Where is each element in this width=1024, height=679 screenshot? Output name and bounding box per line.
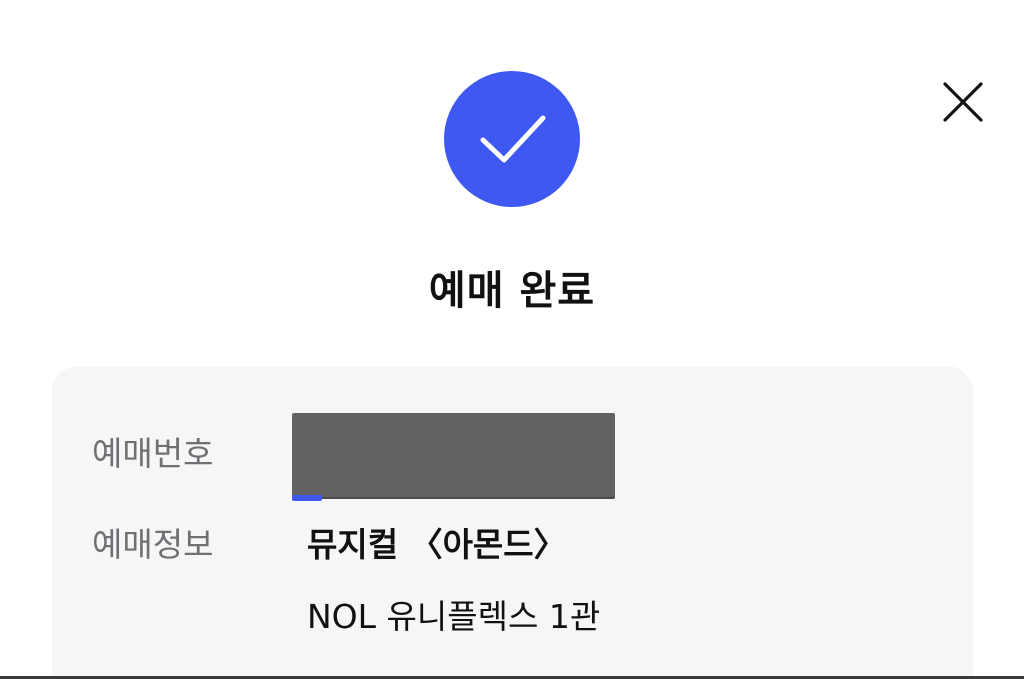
booking-number-label: 예매번호	[92, 434, 214, 473]
check-icon	[480, 115, 546, 163]
booking-complete-screen: 예매 완료 예매번호 예매정보 뮤지컬 〈아몬드〉 NOL 유니플렉스 1관	[0, 0, 1024, 679]
booking-info-label: 예매정보	[92, 525, 214, 564]
close-button[interactable]	[938, 77, 986, 125]
booking-number-redacted	[292, 413, 615, 501]
venue-name: NOL 유니플렉스 1관	[307, 597, 601, 636]
page-title: 예매 완료	[428, 268, 596, 314]
success-badge	[444, 71, 580, 207]
show-title: 뮤지컬 〈아몬드〉	[307, 525, 567, 564]
close-icon	[943, 82, 983, 122]
